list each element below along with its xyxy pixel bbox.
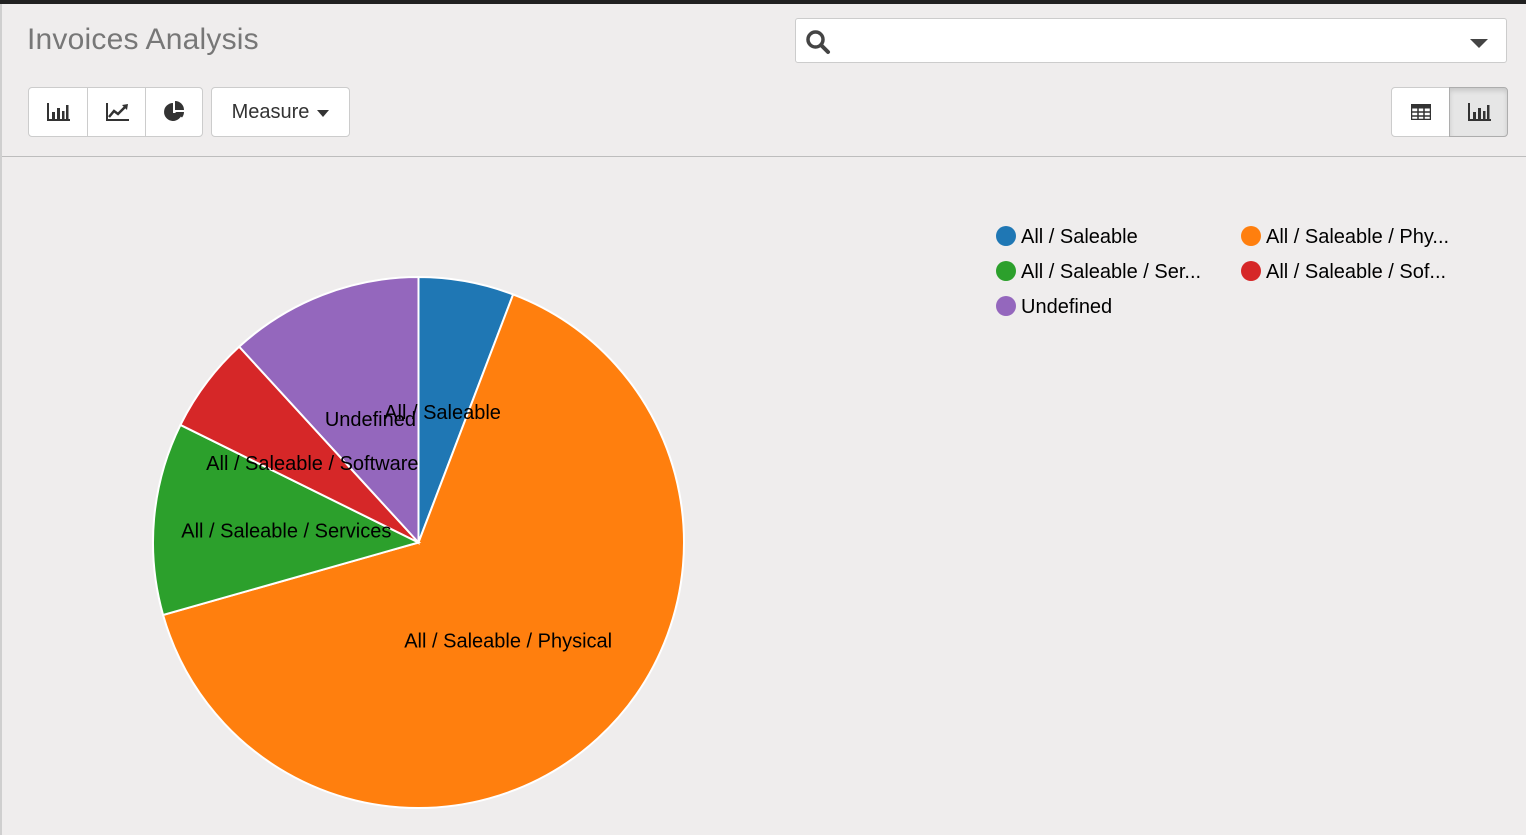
legend-swatch <box>996 261 1016 281</box>
slice-label: All / Saleable / Software <box>206 453 418 475</box>
bar-chart-icon <box>1467 103 1491 121</box>
legend-swatch <box>996 296 1016 316</box>
legend-item[interactable]: All / Saleable / Sof... <box>1241 261 1446 283</box>
pie-chart: All / Saleable All / Saleable / Physical A… <box>152 226 1449 809</box>
search-input[interactable] <box>840 25 1444 59</box>
slice-label: All / Saleable / Services <box>181 520 391 542</box>
slice-label: All / Saleable / Physical <box>404 630 612 652</box>
legend-label: Undefined <box>1021 296 1112 318</box>
legend-item[interactable]: All / Saleable / Ser... <box>996 261 1201 283</box>
page-title: Invoices Analysis <box>27 23 259 56</box>
graph-view-button[interactable] <box>1449 87 1508 137</box>
legend-label: All / Saleable / Phy... <box>1266 226 1449 248</box>
pie-chart-icon <box>164 101 184 121</box>
table-icon <box>1410 104 1431 120</box>
pie-chart-button[interactable] <box>145 87 203 137</box>
search-box[interactable] <box>795 18 1507 63</box>
pie-slices <box>152 275 685 809</box>
slice-label: Undefined <box>325 409 416 431</box>
line-chart-icon <box>105 103 129 121</box>
chart-type-group <box>28 87 203 137</box>
search-dropdown-toggle-icon[interactable] <box>1470 39 1488 48</box>
line-chart-button[interactable] <box>87 87 146 137</box>
legend-swatch <box>996 226 1016 246</box>
view-switcher <box>1391 87 1508 137</box>
legend-swatch <box>1241 226 1261 246</box>
bar-chart-icon <box>47 103 70 121</box>
legend-item[interactable]: Undefined <box>996 296 1112 318</box>
legend-swatch <box>1241 261 1261 281</box>
legend-label: All / Saleable / Sof... <box>1266 261 1446 283</box>
caret-down-icon <box>317 109 330 117</box>
measure-dropdown-button[interactable]: Measure <box>211 87 350 137</box>
chart-legend: All / Saleable All / Saleable / Phy... All… <box>996 226 1449 318</box>
legend-label: All / Saleable <box>1021 226 1138 248</box>
bar-chart-button[interactable] <box>28 87 88 137</box>
legend-label: All / Saleable / Ser... <box>1021 261 1201 283</box>
measure-label: Measure <box>231 100 310 123</box>
legend-item[interactable]: All / Saleable / Phy... <box>1241 226 1449 248</box>
search-icon <box>806 30 830 54</box>
pivot-view-button[interactable] <box>1391 87 1450 137</box>
legend-item[interactable]: All / Saleable <box>996 226 1138 248</box>
